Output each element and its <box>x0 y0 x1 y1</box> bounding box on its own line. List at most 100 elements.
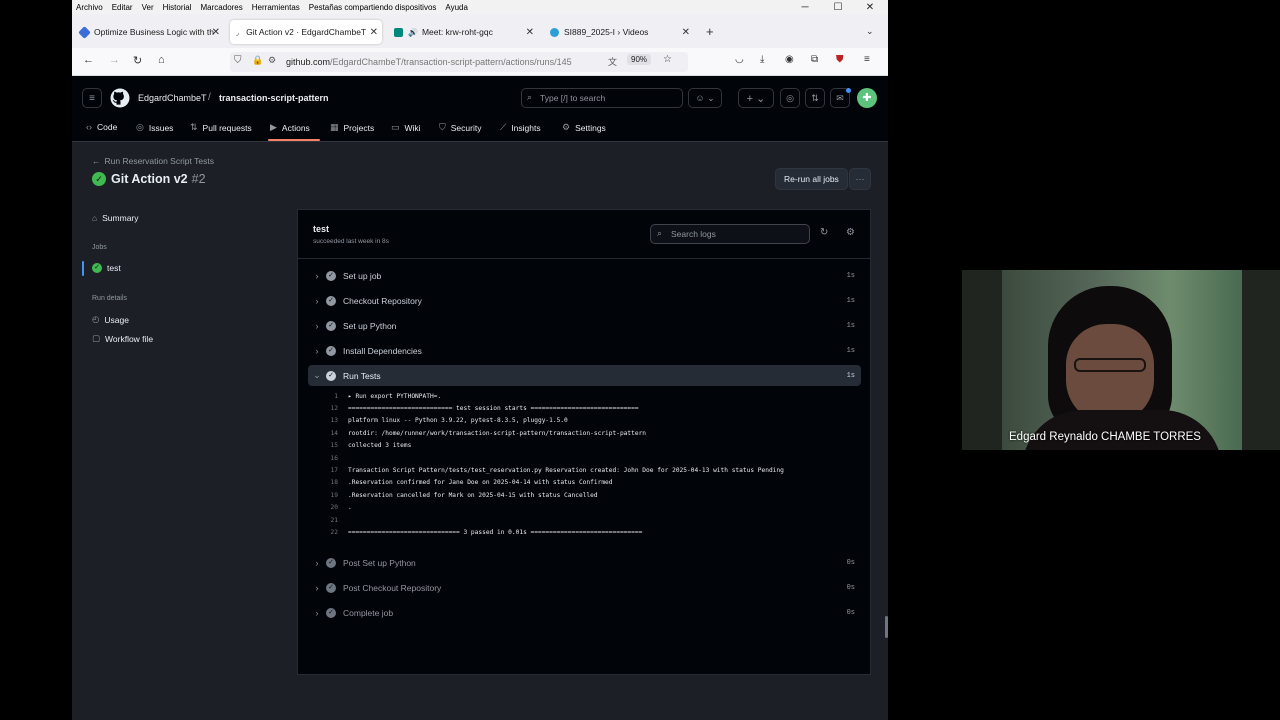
menu-ver[interactable]: Ver <box>142 3 154 12</box>
step-set-up-python[interactable]: › ✓ Set up Python 1s <box>308 315 861 336</box>
account-icon[interactable]: ◉ <box>785 54 794 65</box>
step-install-dependencies[interactable]: › ✓ Install Dependencies 1s <box>308 340 861 361</box>
success-check-icon: ✓ <box>326 582 336 593</box>
tab-insights[interactable]: ⟋ Insights <box>500 122 541 133</box>
menu-historial[interactable]: Historial <box>163 3 192 12</box>
rerun-all-jobs-button[interactable]: Re-run all jobs <box>775 168 848 190</box>
step-set-up-job[interactable]: › ✓ Set up job 1s <box>308 265 861 286</box>
gear-icon[interactable]: ⚙ <box>846 227 855 238</box>
breadcrumb[interactable]: ← Run Reservation Script Tests <box>92 156 214 166</box>
home-icon[interactable]: ⌂ <box>158 54 165 66</box>
hamburger-menu-icon[interactable]: ≡ <box>864 54 870 65</box>
log-line-number[interactable]: 18 <box>308 479 338 486</box>
sidebar-item-test-selected[interactable]: ✓ test <box>82 260 272 277</box>
ublock-icon[interactable]: ⛊ <box>836 54 844 65</box>
url-path: /EdgardChambeT/transaction-script-patter… <box>330 57 572 67</box>
step-name: Set up Python <box>343 320 397 331</box>
diamond-icon <box>78 25 91 39</box>
reload-icon[interactable]: ↻ <box>133 54 142 67</box>
lock-icon[interactable]: 🔒 <box>252 55 263 66</box>
pocket-icon[interactable]: ◡ <box>735 54 744 65</box>
extensions-icon[interactable]: ⧉ <box>811 54 818 65</box>
url-bar[interactable]: ⛉ 🔒 ⚙ github.com/EdgardChambeT/transacti… <box>230 52 688 72</box>
log-line-text: Transaction Script Pattern/tests/test_re… <box>348 466 784 474</box>
create-new-icon[interactable]: + ⌄ <box>738 88 774 108</box>
browser-tab-git-action[interactable]: ◞ Git Action v2 · EdgardChambeT ✕ <box>230 20 382 44</box>
log-line-number[interactable]: 22 <box>308 529 338 536</box>
download-icon[interactable]: ⤓ <box>760 54 764 65</box>
zoom-level[interactable]: 90% <box>627 54 652 65</box>
browser-tab-meet[interactable]: 🔊 Meet: krw-roht-gqc ✕ <box>388 20 538 44</box>
tab-security[interactable]: ⛉ Security <box>439 122 481 133</box>
issues-icon[interactable]: ◎ <box>780 88 800 108</box>
close-icon[interactable]: ✕ <box>682 27 690 38</box>
menu-marcadores[interactable]: Marcadores <box>201 3 243 12</box>
github-logo-icon[interactable] <box>110 88 130 108</box>
log-line-number[interactable]: 12 <box>308 405 338 412</box>
bookmark-star-icon[interactable]: ☆ <box>663 54 672 65</box>
step-post-set-up-python[interactable]: › ✓ Post Set up Python 0s <box>308 552 861 573</box>
more-options-button[interactable]: ··· <box>849 168 871 190</box>
close-icon[interactable]: ✕ <box>212 27 220 38</box>
avatar[interactable]: ✚ <box>857 88 877 108</box>
loading-icon: ◞ <box>236 27 240 37</box>
close-icon[interactable]: ✕ <box>526 27 534 38</box>
step-checkout-repository[interactable]: › ✓ Checkout Repository 1s <box>308 290 861 311</box>
tab-actions[interactable]: ▶ Actions <box>270 122 310 133</box>
success-check-icon: ✓ <box>92 263 102 273</box>
copilot-icon[interactable]: ☺ ⌄ <box>688 88 722 108</box>
browser-tab-optimize[interactable]: Optimize Business Logic with th ✕ <box>74 20 224 44</box>
menu-icon[interactable]: ≡ <box>82 88 102 108</box>
menu-pestanas[interactable]: Pestañas compartiendo dispositivos <box>309 3 437 12</box>
url-host: github.com <box>286 57 331 67</box>
new-tab-icon[interactable]: + <box>706 24 714 39</box>
repo-name-link[interactable]: transaction-script-pattern <box>219 93 329 103</box>
search-logs-input[interactable]: ⌕ Search logs <box>650 224 810 244</box>
sidebar-item-usage[interactable]: ◴ Usage <box>92 314 129 325</box>
log-line-number[interactable]: 13 <box>308 417 338 424</box>
step-duration: 1s <box>846 271 855 280</box>
log-line-number[interactable]: 17 <box>308 467 338 474</box>
step-duration: 0s <box>846 558 855 567</box>
log-line-number[interactable]: 21 <box>308 517 338 524</box>
close-icon[interactable]: ✕ <box>370 27 378 38</box>
back-link[interactable]: Run Reservation Script Tests <box>105 156 214 166</box>
tab-pull-requests[interactable]: ⇅ Pull requests <box>190 122 252 133</box>
log-line-number[interactable]: 14 <box>308 430 338 437</box>
step-run-tests[interactable]: ⌄ ✓ Run Tests 1s <box>308 365 861 386</box>
step-complete-job[interactable]: › ✓ Complete job 0s <box>308 602 861 623</box>
permissions-icon[interactable]: ⚙ <box>268 55 276 66</box>
step-name: Install Dependencies <box>343 345 422 356</box>
menu-herramientas[interactable]: Herramientas <box>252 3 300 12</box>
sidebar-item-summary[interactable]: ⌂ Summary <box>92 213 139 223</box>
log-line-number[interactable]: 16 <box>308 455 338 462</box>
tab-code[interactable]: ‹› Code <box>86 122 117 132</box>
search-icon: ⌕ <box>527 92 533 102</box>
scrollbar-thumb[interactable] <box>885 616 888 638</box>
log-line-number[interactable]: 19 <box>308 492 338 499</box>
refresh-icon[interactable]: ↻ <box>820 227 828 238</box>
tab-settings[interactable]: ⚙ Settings <box>562 122 606 133</box>
repo-owner-link[interactable]: EdgardChambeT <box>138 93 207 103</box>
tab-projects[interactable]: ▦ Projects <box>330 122 374 133</box>
github-header: ≡ EdgardChambeT / transaction-script-pat… <box>72 76 888 142</box>
log-line-number[interactable]: 20 <box>308 504 338 511</box>
menu-ayuda[interactable]: Ayuda <box>445 3 468 12</box>
log-line-number[interactable]: 15 <box>308 442 338 449</box>
play-icon: ▶ <box>270 122 277 132</box>
step-post-checkout-repository[interactable]: › ✓ Post Checkout Repository 0s <box>308 577 861 598</box>
translate-icon[interactable]: 文 <box>608 55 617 68</box>
log-line-number[interactable]: 1 <box>308 393 338 400</box>
tab-wiki[interactable]: ▭ Wiki <box>391 122 421 133</box>
search-input[interactable]: ⌕ Type [/] to search <box>521 88 683 108</box>
pull-requests-icon[interactable]: ⇅ <box>805 88 825 108</box>
forward-icon[interactable]: → <box>109 54 120 66</box>
sidebar-item-workflow-file[interactable]: ▢ Workflow file <box>92 333 153 344</box>
tab-list-chevron-icon[interactable]: ⌄ <box>866 26 874 37</box>
browser-tab-videos[interactable]: SI889_2025-I › Videos ✕ <box>544 20 694 44</box>
menu-archivo[interactable]: Archivo <box>76 3 103 12</box>
shield-icon[interactable]: ⛉ <box>234 55 242 66</box>
tab-issues[interactable]: ◎ Issues <box>136 122 173 133</box>
back-icon[interactable]: ← <box>83 54 94 66</box>
menu-editar[interactable]: Editar <box>112 3 133 12</box>
